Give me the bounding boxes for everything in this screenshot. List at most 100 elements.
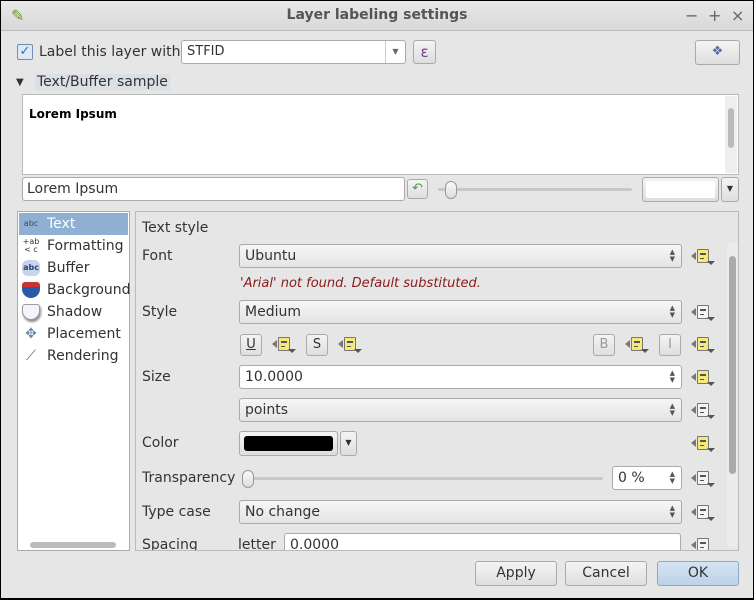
minimize-button[interactable]: − [685, 6, 698, 25]
font-value: Ubuntu [245, 248, 297, 264]
size-value: 10.0000 [245, 369, 303, 385]
letter-spacing-label: letter [238, 537, 276, 550]
abc-icon: abc [23, 219, 39, 228]
spacing-label: Spacing [142, 537, 198, 550]
text-style-heading: Text style [142, 220, 209, 236]
data-defined-strikeout-icon[interactable] [338, 335, 362, 355]
data-defined-underline-icon[interactable] [272, 335, 296, 355]
sample-preview-text: Lorem Ipsum [29, 107, 117, 121]
sample-preview: Lorem Ipsum [22, 94, 739, 175]
label-field-value: STFID [187, 44, 225, 59]
placement-icon: ✥ [25, 326, 37, 342]
close-button[interactable]: × [731, 6, 744, 25]
sidebar-item-rendering[interactable]: ⟋ Rendering [19, 345, 128, 367]
data-defined-typecase-icon[interactable] [691, 503, 715, 523]
collapse-triangle-icon[interactable]: ▼ [16, 77, 24, 88]
type-case-combo[interactable]: No change ▲ ▼ [239, 500, 682, 524]
data-defined-spacing-icon[interactable] [691, 536, 715, 550]
italic-button[interactable]: I [659, 334, 681, 356]
undo-icon: ↶ [412, 181, 423, 196]
text-color-button[interactable] [239, 431, 338, 456]
data-defined-unit-icon[interactable] [691, 401, 715, 421]
sidebar-scrollbar[interactable] [30, 542, 116, 548]
style-combo[interactable]: Medium ▲ ▼ [239, 300, 682, 324]
sample-text-input[interactable]: Lorem Ipsum [22, 177, 405, 201]
sidebar-item-text[interactable]: abc Text [19, 213, 128, 235]
preview-scrollbar[interactable] [725, 96, 737, 173]
chevron-down-icon: ▼ [345, 438, 352, 447]
style-value: Medium [245, 304, 301, 320]
sidebar-item-background[interactable]: Background [19, 279, 131, 301]
data-defined-transparency-icon[interactable] [691, 469, 715, 489]
bold-button[interactable]: B [593, 334, 615, 356]
data-defined-size-icon[interactable] [691, 368, 715, 388]
font-combo[interactable]: Ubuntu ▲ ▼ [239, 244, 682, 268]
data-defined-style-icon[interactable] [691, 303, 715, 323]
font-label: Font [142, 248, 173, 264]
sidebar-item-label: Rendering [47, 348, 119, 364]
label-layer-checkbox[interactable]: ✓ [17, 44, 33, 60]
strikeout-button[interactable]: S [306, 334, 328, 356]
spacing-row-clip: Spacing letter 0.0000 [136, 531, 726, 550]
sidebar-item-label: Formatting [47, 238, 124, 254]
updown-icon: ▲ ▼ [669, 248, 675, 263]
sidebar-item-shadow[interactable]: Shadow [19, 301, 128, 323]
sample-header[interactable]: Text/Buffer sample [35, 74, 170, 90]
sidebar-item-label: Text [47, 216, 76, 232]
data-defined-color-icon[interactable] [691, 434, 715, 454]
data-defined-font-icon[interactable] [691, 247, 715, 267]
label-settings-button[interactable]: ❖ [695, 40, 740, 65]
sidebar-item-placement[interactable]: ✥ Placement [19, 323, 128, 345]
panel-scrollbar[interactable] [727, 242, 738, 547]
updown-icon: ▲ ▼ [669, 504, 675, 519]
expression-button[interactable]: ε [413, 40, 436, 64]
reset-sample-button[interactable]: ↶ [407, 179, 428, 199]
data-defined-italic-icon[interactable] [691, 335, 715, 355]
sidebar-item-buffer[interactable]: abc Buffer [19, 257, 128, 279]
title-bar: ✎ Layer labeling settings − + × [1, 1, 753, 31]
sidebar-list: abc Text +ab < c Formatting abc Buffer Backg… [17, 211, 131, 551]
letter-spacing-spinbox[interactable]: 0.0000 [284, 533, 681, 550]
formatting-icon: +ab < c [22, 237, 40, 254]
preview-scale-slider[interactable] [438, 188, 632, 191]
preview-scale-handle[interactable] [445, 181, 457, 199]
spin-arrows-icon[interactable]: ▲ ▼ [670, 370, 675, 384]
underline-button[interactable]: U [240, 334, 262, 356]
buffer-icon: abc [22, 260, 40, 276]
background-color-dropdown[interactable]: ▼ [721, 177, 739, 202]
shadow-icon [22, 304, 40, 320]
ok-button[interactable]: OK [657, 561, 739, 586]
style-label: Style [142, 304, 178, 320]
size-label: Size [142, 369, 171, 385]
label-layer-label: Label this layer with [39, 44, 181, 60]
font-error-message: 'Arial' not found. Default substituted. [240, 276, 481, 291]
dialog-window: ✎ Layer labeling settings − + × ✓ Label … [1, 1, 753, 598]
maximize-button[interactable]: + [708, 6, 721, 25]
label-field-combo[interactable]: STFID ▼ [181, 40, 406, 64]
spin-arrows-icon[interactable]: ▲ ▼ [670, 471, 675, 485]
transparency-spinbox[interactable]: 0 % ▲ ▼ [612, 466, 682, 490]
background-icon [22, 282, 40, 298]
sidebar-item-formatting[interactable]: +ab < c Formatting [19, 235, 128, 257]
background-color-button[interactable] [642, 177, 719, 202]
color-swatch [244, 436, 333, 451]
chevron-down-icon: ▼ [385, 41, 405, 63]
sidebar-item-label: Background [47, 282, 131, 298]
panel-scrollbar-thumb[interactable] [729, 256, 736, 474]
transparency-value: 0 % [618, 470, 645, 486]
data-defined-bold-icon[interactable] [625, 335, 649, 355]
text-color-dropdown[interactable]: ▼ [340, 431, 357, 456]
sidebar-item-label: Placement [47, 326, 121, 342]
size-unit-combo[interactable]: points ▲ ▼ [239, 398, 682, 422]
brush-icon: ⟋ [26, 348, 36, 364]
size-spinbox[interactable]: 10.0000 ▲ ▼ [239, 365, 682, 389]
type-case-value: No change [245, 504, 321, 520]
cancel-button[interactable]: Cancel [565, 561, 647, 586]
transparency-slider[interactable] [246, 477, 603, 480]
preview-scrollbar-thumb[interactable] [728, 108, 734, 148]
transparency-slider-handle[interactable] [242, 470, 254, 488]
transparency-label: Transparency [142, 470, 236, 486]
updown-icon: ▲ ▼ [669, 304, 675, 319]
chevron-down-icon: ▼ [726, 184, 734, 193]
apply-button[interactable]: Apply [475, 561, 557, 586]
